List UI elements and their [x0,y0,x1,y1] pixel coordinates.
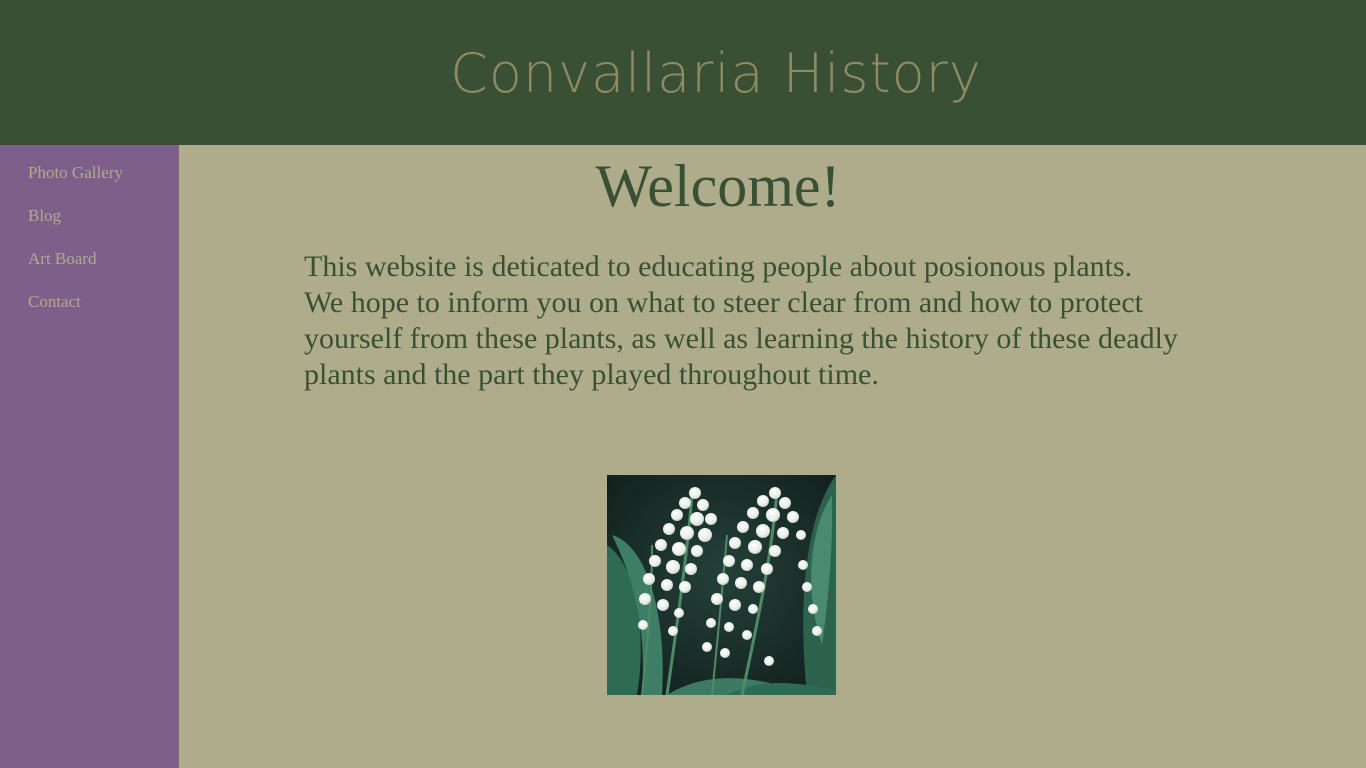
site-title: Convallaria History [450,42,982,105]
sidebar-nav: Photo Gallery Blog Art Board Contact [0,145,179,768]
site-header: Convallaria History [0,0,1366,145]
intro-paragraph: This website is deticated to educating p… [304,250,1178,391]
welcome-heading: Welcome! [595,153,841,219]
nav-link-contact[interactable]: Contact [28,292,81,312]
nav-link-art-board[interactable]: Art Board [28,249,96,269]
nav-link-photo-gallery[interactable]: Photo Gallery [28,163,123,183]
nav-link-blog[interactable]: Blog [28,206,61,226]
lily-of-the-valley-image [607,475,836,695]
main-content: Welcome! This website is deticated to ed… [179,145,1366,768]
